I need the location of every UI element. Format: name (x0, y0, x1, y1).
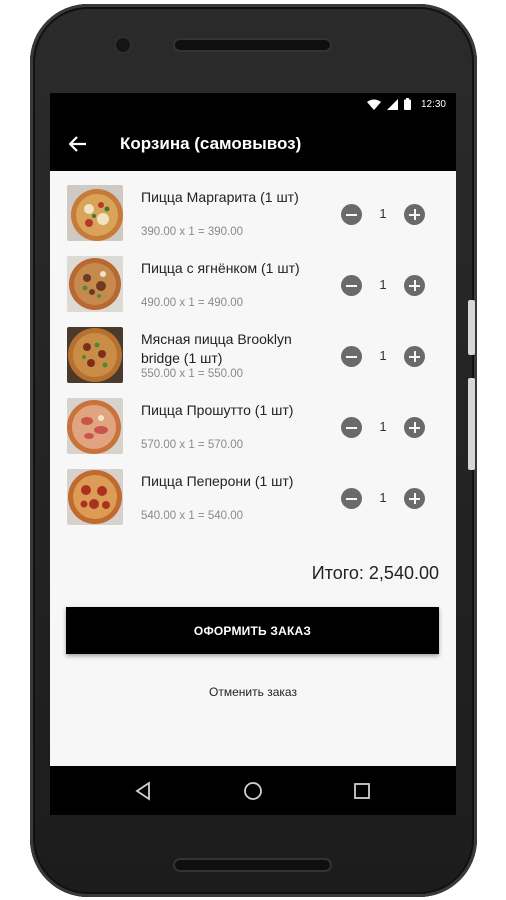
quantity-value: 1 (379, 348, 387, 363)
cart-content: Пицца Маргарита (1 шт) 390.00 x 1 = 390.… (50, 171, 456, 766)
cart-item: Мясная пицца Brooklyn bridge (1 шт) 550.… (50, 313, 456, 384)
increase-quantity-button[interactable] (404, 275, 425, 296)
quantity-stepper: 1 (341, 204, 427, 226)
recents-square-icon[interactable] (337, 766, 387, 815)
quantity-stepper: 1 (341, 417, 427, 439)
pizza-image (67, 398, 123, 454)
cart-item: Пицца Маргарита (1 шт) 390.00 x 1 = 390.… (50, 171, 456, 242)
battery-icon (403, 98, 411, 110)
status-bar: 12:30 (50, 93, 456, 117)
increase-quantity-button[interactable] (404, 488, 425, 509)
cart-item: Пицца Прошутто (1 шт) 570.00 x 1 = 570.0… (50, 384, 456, 455)
cart-item: Пицца с ягнёнком (1 шт) 490.00 x 1 = 490… (50, 242, 456, 313)
decrease-quantity-button[interactable] (341, 488, 362, 509)
increase-quantity-button[interactable] (404, 417, 425, 438)
cart-item-name: Пицца Маргарита (1 шт) (141, 189, 299, 205)
quantity-value: 1 (379, 419, 387, 434)
cart-item-name: Пицца с ягнёнком (1 шт) (141, 260, 300, 276)
cancel-order-link[interactable]: Отменить заказ (50, 685, 456, 699)
pizza-image (67, 256, 123, 312)
decrease-quantity-button[interactable] (341, 417, 362, 438)
increase-quantity-button[interactable] (404, 204, 425, 225)
home-circle-icon[interactable] (228, 766, 278, 815)
cart-item-price: 540.00 x 1 = 540.00 (141, 510, 243, 522)
cart-item-name: Пицца Пеперони (1 шт) (141, 473, 294, 489)
cart-item-name: Пицца Прошутто (1 шт) (141, 402, 294, 418)
app-bar: Корзина (самовывоз) (50, 117, 456, 171)
page-title: Корзина (самовывоз) (120, 134, 302, 153)
cart-item-price: 390.00 x 1 = 390.00 (141, 226, 243, 238)
place-order-button[interactable]: ОФОРМИТЬ ЗАКАЗ (66, 607, 439, 654)
decrease-quantity-button[interactable] (341, 275, 362, 296)
cart-item-price: 570.00 x 1 = 570.00 (141, 439, 243, 451)
quantity-stepper: 1 (341, 488, 427, 510)
status-time: 12:30 (420, 98, 446, 110)
pizza-image (67, 469, 123, 525)
quantity-value: 1 (379, 206, 387, 221)
cart-item-price: 490.00 x 1 = 490.00 (141, 297, 243, 309)
decrease-quantity-button[interactable] (341, 346, 362, 367)
quantity-value: 1 (379, 490, 387, 505)
cart-item: Пицца Пеперони (1 шт) 540.00 x 1 = 540.0… (50, 455, 456, 526)
pizza-image (67, 185, 123, 241)
pizza-image (67, 327, 123, 383)
phone-side-button (468, 378, 475, 470)
system-navigation-bar (50, 766, 456, 815)
increase-quantity-button[interactable] (404, 346, 425, 367)
quantity-stepper: 1 (341, 275, 427, 297)
back-triangle-icon[interactable] (119, 766, 169, 815)
order-total: Итого: 2,540.00 (311, 563, 439, 583)
phone-side-button (468, 300, 475, 355)
wifi-icon (366, 99, 381, 110)
phone-bottom-speaker (175, 860, 330, 870)
cart-item-name: Мясная пицца Brooklyn bridge (1 шт) (141, 331, 292, 366)
phone-top-speaker (175, 40, 330, 50)
cart-item-price: 550.00 x 1 = 550.00 (141, 368, 243, 380)
quantity-stepper: 1 (341, 346, 427, 368)
arrow-left-icon[interactable] (50, 117, 106, 171)
phone-camera (116, 38, 130, 52)
signal-icon (386, 98, 398, 110)
quantity-value: 1 (379, 277, 387, 292)
decrease-quantity-button[interactable] (341, 204, 362, 225)
screen: 12:30 Корзина (самовывоз) Пицца Маргарит… (50, 93, 456, 815)
